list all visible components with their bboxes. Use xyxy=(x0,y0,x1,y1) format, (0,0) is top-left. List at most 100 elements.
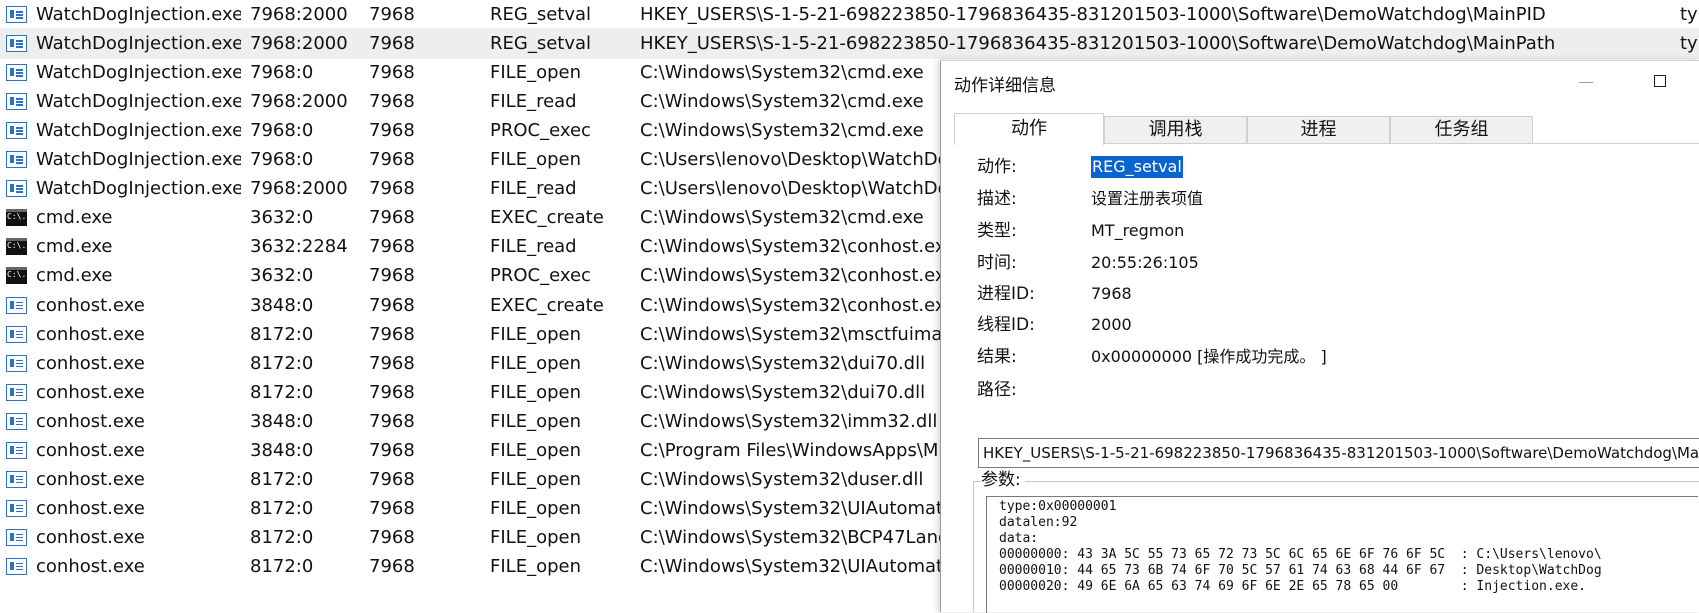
type-value: MT_regmon xyxy=(1091,221,1185,240)
process-id: 7968 xyxy=(369,468,415,490)
process-id: 7968 xyxy=(369,410,415,432)
process-id: 7968 xyxy=(369,120,415,142)
app-window-icon xyxy=(6,470,27,488)
thread-id: 8172:0 xyxy=(250,526,314,548)
action-type: PROC_exec xyxy=(490,120,591,142)
action-type: FILE_open xyxy=(490,352,581,374)
process-id: 7968 xyxy=(369,207,415,229)
action-type: PROC_exec xyxy=(490,265,591,287)
app-window-icon xyxy=(6,412,27,430)
cmd-console-icon: C:\. xyxy=(6,267,27,285)
tab-process[interactable]: 进程 xyxy=(1247,116,1390,144)
action-type: REG_setval xyxy=(490,33,592,55)
params-label: 参数: xyxy=(981,468,1025,492)
thread-id: 3848:0 xyxy=(250,294,314,316)
description-label: 描述: xyxy=(977,189,1017,209)
process-id: 7968 xyxy=(369,236,415,258)
action-type: FILE_read xyxy=(490,91,577,113)
app-window-icon xyxy=(6,557,27,575)
path-field[interactable]: HKEY_USERS\S-1-5-21-698223850-1796836435… xyxy=(978,438,1699,468)
action-label: 动作: xyxy=(977,157,1017,177)
params-textarea[interactable]: type:0x00000001 datalen:92 data: 0000000… xyxy=(986,496,1698,613)
process-name: conhost.exe xyxy=(36,497,145,519)
app-window-icon xyxy=(6,93,27,111)
app-window-icon xyxy=(6,499,27,517)
process-name: conhost.exe xyxy=(36,410,145,432)
truncated-column: ty xyxy=(1680,4,1698,25)
result-value: 0x00000000 [操作成功完成。 ] xyxy=(1091,347,1327,366)
thread-id: 7968:2000 xyxy=(250,91,348,113)
tab-call-stack[interactable]: 调用栈 xyxy=(1104,116,1247,144)
params-group: type:0x00000001 datalen:92 data: 0000000… xyxy=(973,481,1699,613)
thread-id: 8172:0 xyxy=(250,381,314,403)
tab-action[interactable]: 动作 xyxy=(954,113,1104,145)
app-window-icon xyxy=(6,122,27,140)
thread-id: 3632:2284 xyxy=(250,236,348,258)
process-name: cmd.exe xyxy=(36,207,113,229)
app-window-icon xyxy=(6,354,27,372)
process-name: conhost.exe xyxy=(36,555,145,577)
tab-task-group[interactable]: 任务组 xyxy=(1390,116,1533,144)
process-id: 7968 xyxy=(369,4,415,25)
action-type: FILE_open xyxy=(490,439,581,461)
app-window-icon xyxy=(6,296,27,314)
action-detail-dialog: 动作详细信息 动作 调用栈 进程 任务组 动作: REG_setval 描述: … xyxy=(940,60,1699,613)
process-id: 7968 xyxy=(369,439,415,461)
thread-id: 8172:0 xyxy=(250,468,314,490)
process-name: WatchDogInjection.exe xyxy=(36,178,241,200)
app-window-icon xyxy=(6,180,27,198)
process-name: WatchDogInjection.exe xyxy=(36,62,241,84)
maximize-button[interactable] xyxy=(1646,65,1676,93)
process-id: 7968 xyxy=(369,497,415,519)
thread-id: 7968:0 xyxy=(250,120,314,142)
truncated-column: ty xyxy=(1680,33,1698,55)
process-name: WatchDogInjection.exe xyxy=(36,149,241,171)
cmd-console-icon: C:\. xyxy=(6,209,27,227)
thread-id: 3632:0 xyxy=(250,207,314,229)
action-type: FILE_open xyxy=(490,149,581,171)
thread-id-label: 线程ID: xyxy=(977,315,1035,335)
action-type: FILE_open xyxy=(490,410,581,432)
app-window-icon xyxy=(6,6,27,23)
process-id: 7968 xyxy=(369,33,415,55)
process-id: 7968 xyxy=(369,294,415,316)
thread-id: 8172:0 xyxy=(250,323,314,345)
process-id: 7968 xyxy=(369,352,415,374)
process-name: conhost.exe xyxy=(36,294,145,316)
target-path: HKEY_USERS\S-1-5-21-698223850-1796836435… xyxy=(640,33,1556,55)
process-id: 7968 xyxy=(369,265,415,287)
action-type: FILE_open xyxy=(490,62,581,84)
process-id-label: 进程ID: xyxy=(977,284,1035,304)
action-type: EXEC_create xyxy=(490,207,604,229)
process-id: 7968 xyxy=(369,91,415,113)
process-id-value: 7968 xyxy=(1091,284,1132,303)
list-row[interactable]: WatchDogInjection.exe 7968:2000 7968 REG_se… xyxy=(0,0,1699,30)
list-row[interactable]: WatchDogInjection.exe 7968:2000 7968 REG_se… xyxy=(0,28,1699,60)
action-type: EXEC_create xyxy=(490,294,604,316)
process-name: conhost.exe xyxy=(36,439,145,461)
minimize-button[interactable] xyxy=(1571,65,1601,93)
process-name: WatchDogInjection.exe xyxy=(36,91,241,113)
process-id: 7968 xyxy=(369,526,415,548)
cmd-console-icon: C:\. xyxy=(6,238,27,256)
action-value[interactable]: REG_setval xyxy=(1091,156,1183,178)
action-type: FILE_read xyxy=(490,178,577,200)
description-value: 设置注册表项值 xyxy=(1091,189,1204,208)
action-type: FILE_open xyxy=(490,468,581,490)
process-name: WatchDogInjection.exe xyxy=(36,4,241,25)
thread-id: 3848:0 xyxy=(250,410,314,432)
time-label: 时间: xyxy=(977,253,1017,273)
process-id: 7968 xyxy=(369,381,415,403)
target-path: HKEY_USERS\S-1-5-21-698223850-1796836435… xyxy=(640,4,1546,25)
process-id: 7968 xyxy=(369,323,415,345)
thread-id: 7968:0 xyxy=(250,62,314,84)
process-id: 7968 xyxy=(369,62,415,84)
dialog-tabs: 动作 调用栈 进程 任务组 xyxy=(954,113,1699,145)
path-label: 路径: xyxy=(977,380,1017,400)
thread-id: 8172:0 xyxy=(250,497,314,519)
dialog-title: 动作详细信息 xyxy=(954,76,1056,96)
process-name: conhost.exe xyxy=(36,323,145,345)
thread-id: 8172:0 xyxy=(250,555,314,577)
app-window-icon xyxy=(6,383,27,401)
process-name: conhost.exe xyxy=(36,381,145,403)
